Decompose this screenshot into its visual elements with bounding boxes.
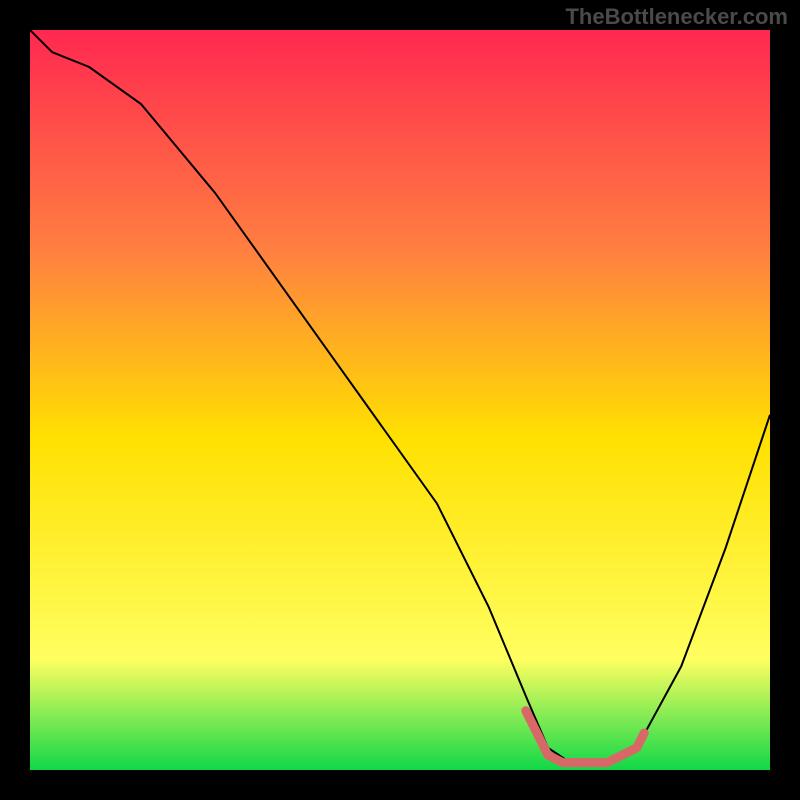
- chart-plot-area: [30, 30, 770, 770]
- bottleneck-chart: [30, 30, 770, 770]
- watermark-text: TheBottlenecker.com: [565, 4, 788, 30]
- gradient-background: [30, 30, 770, 770]
